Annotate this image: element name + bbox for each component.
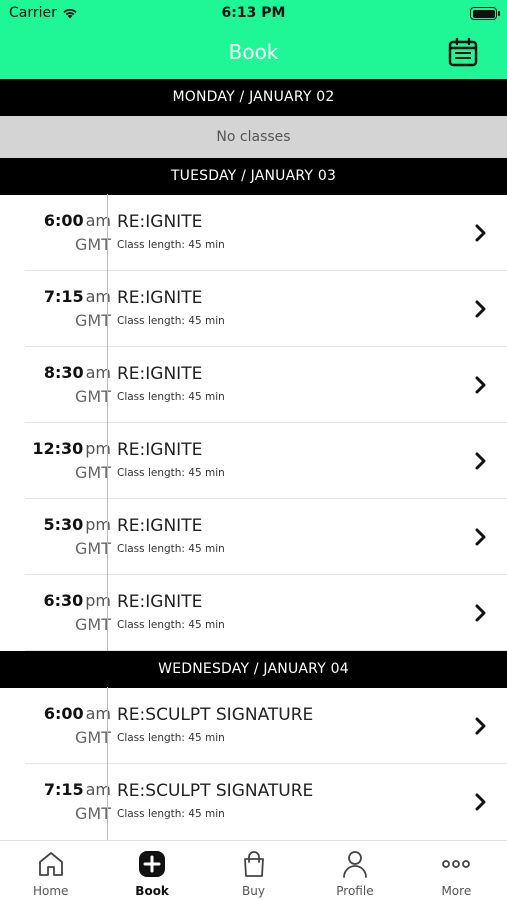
- class-time: 5:30 pm GMT: [0, 499, 122, 575]
- class-length: Class length: 45 min: [117, 808, 225, 820]
- class-name: RE:IGNITE: [117, 592, 203, 612]
- class-row[interactable]: 12:30 pm GMT RE:IGNITE Class length: 45 m…: [25, 422, 507, 499]
- tab-buy[interactable]: Buy: [203, 841, 304, 900]
- calendar-button[interactable]: [447, 36, 479, 68]
- timezone-label: GMT: [75, 387, 111, 406]
- time-value: 7:15: [43, 287, 84, 306]
- time-value: 7:15: [43, 780, 84, 799]
- class-name: RE:SCULPT SIGNATURE: [117, 705, 314, 725]
- timezone-label: GMT: [75, 235, 111, 254]
- class-time: 12:30 pm GMT: [0, 423, 122, 499]
- divider: [107, 346, 108, 423]
- divider: [107, 763, 108, 840]
- chevron-right-icon: [475, 376, 486, 394]
- class-name: RE:IGNITE: [117, 288, 203, 308]
- class-row[interactable]: 6:00 am GMT RE:IGNITE Class length: 45 mi…: [25, 194, 507, 271]
- divider: [107, 270, 108, 347]
- day-header: TUESDAY / JANUARY 03: [0, 158, 507, 195]
- time-value: 12:30: [32, 439, 84, 458]
- battery-icon: [470, 7, 500, 20]
- divider: [107, 194, 108, 271]
- class-row[interactable]: 6:00 am GMT RE:SCULPT SIGNATURE Class len…: [25, 687, 507, 764]
- no-classes-notice: No classes: [0, 116, 507, 158]
- class-name: RE:IGNITE: [117, 516, 203, 536]
- class-length: Class length: 45 min: [117, 239, 225, 251]
- chevron-right-icon: [475, 604, 486, 622]
- class-length: Class length: 45 min: [117, 543, 225, 555]
- class-time: 7:15 am GMT: [0, 764, 122, 840]
- class-length: Class length: 45 min: [117, 315, 225, 327]
- class-row[interactable]: 7:15 am GMT RE:IGNITE Class length: 45 mi…: [25, 270, 507, 347]
- tab-label: Book: [135, 884, 169, 898]
- calendar-icon: [448, 37, 478, 67]
- class-time: 6:00 am GMT: [0, 688, 122, 764]
- plus-square-icon: [139, 851, 166, 877]
- timezone-label: GMT: [75, 463, 111, 482]
- class-name: RE:IGNITE: [117, 440, 203, 460]
- chevron-right-icon: [475, 452, 486, 470]
- chevron-right-icon: [475, 793, 486, 811]
- day-header: WEDNESDAY / JANUARY 04: [0, 651, 507, 688]
- divider: [107, 498, 108, 575]
- time-value: 5:30: [43, 515, 84, 534]
- class-length: Class length: 45 min: [117, 467, 225, 479]
- class-length: Class length: 45 min: [117, 732, 225, 744]
- divider: [107, 422, 108, 499]
- time-value: 6:30: [43, 591, 84, 610]
- chevron-right-icon: [475, 717, 486, 735]
- class-time: 7:15 am GMT: [0, 271, 122, 347]
- tab-more[interactable]: More: [406, 841, 507, 900]
- timezone-label: GMT: [75, 728, 111, 747]
- class-length: Class length: 45 min: [117, 391, 225, 403]
- schedule-list[interactable]: MONDAY / JANUARY 02 No classes TUESDAY /…: [0, 79, 507, 841]
- timezone-label: GMT: [75, 311, 111, 330]
- status-time: 6:13 PM: [221, 5, 286, 21]
- home-icon: [38, 852, 63, 876]
- day-header: MONDAY / JANUARY 02: [0, 79, 507, 116]
- tab-home[interactable]: Home: [0, 841, 101, 900]
- time-value: 6:00: [43, 704, 84, 723]
- tab-book[interactable]: Book: [101, 841, 202, 900]
- chevron-right-icon: [475, 300, 486, 318]
- class-length: Class length: 45 min: [117, 619, 225, 631]
- divider: [107, 574, 108, 651]
- class-name: RE:SCULPT SIGNATURE: [117, 781, 314, 801]
- status-bar: Carrier 6:13 PM: [0, 0, 507, 28]
- class-time: 6:30 pm GMT: [0, 575, 122, 651]
- class-time: 8:30 am GMT: [0, 347, 122, 423]
- divider: [107, 687, 108, 764]
- more-dots-icon: [442, 860, 471, 868]
- chevron-right-icon: [475, 224, 486, 242]
- class-time: 6:00 am GMT: [0, 195, 122, 271]
- class-name: RE:IGNITE: [117, 212, 203, 232]
- class-row[interactable]: 8:30 am GMT RE:IGNITE Class length: 45 mi…: [25, 346, 507, 423]
- page-title: Book: [228, 40, 279, 64]
- timezone-label: GMT: [75, 615, 111, 634]
- tab-label: More: [441, 884, 472, 898]
- shopping-bag-icon: [243, 851, 264, 877]
- timezone-label: GMT: [75, 804, 111, 823]
- tab-label: Buy: [242, 884, 265, 898]
- time-value: 8:30: [43, 363, 84, 382]
- tab-label: Profile: [336, 884, 374, 898]
- tab-profile[interactable]: Profile: [304, 841, 405, 900]
- class-row[interactable]: 6:30 pm GMT RE:IGNITE Class length: 45 mi…: [25, 574, 507, 651]
- tab-bar: Home Book Buy Profile More: [0, 840, 507, 900]
- class-row[interactable]: 7:15 am GMT RE:SCULPT SIGNATURE Class len…: [25, 763, 507, 840]
- class-row[interactable]: 5:30 pm GMT RE:IGNITE Class length: 45 mi…: [25, 498, 507, 575]
- time-value: 6:00: [43, 211, 84, 230]
- top-header: Carrier 6:13 PM Book: [0, 0, 507, 79]
- person-icon: [343, 851, 367, 878]
- tab-label: Home: [32, 884, 69, 898]
- class-name: RE:IGNITE: [117, 364, 203, 384]
- chevron-right-icon: [475, 528, 486, 546]
- timezone-label: GMT: [75, 539, 111, 558]
